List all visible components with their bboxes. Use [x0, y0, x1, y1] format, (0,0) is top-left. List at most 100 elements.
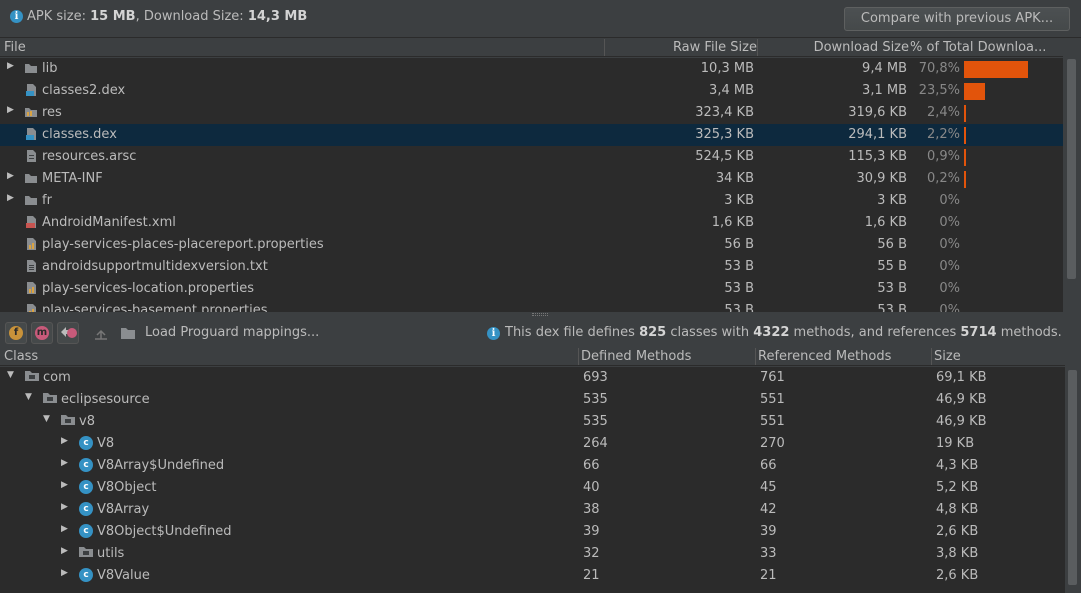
expand-arrow-icon[interactable]: ▶ — [61, 502, 68, 512]
file-row[interactable]: ▶ res 323,4 KB 319,6 KB 2,4% — [0, 102, 1063, 124]
download-size: 56 B — [877, 237, 907, 252]
folder-icon — [24, 61, 38, 75]
column-percent-total[interactable]: % of Total Downloa... — [910, 40, 1060, 55]
expand-arrow-icon[interactable]: ▶ — [7, 105, 14, 115]
references-count: 5714 — [960, 325, 997, 340]
class-row[interactable]: ▼ com 693 761 69,1 KB — [0, 367, 1065, 389]
collapse-arrow-icon[interactable]: ▼ — [7, 370, 14, 380]
referenced-methods: 270 — [760, 436, 785, 451]
expand-arrow-icon[interactable]: ▶ — [61, 524, 68, 534]
class-row[interactable]: ▶ c V8 264 270 19 KB — [0, 433, 1065, 455]
dex-toolbar: f m Load Proguard mappings... i This dex… — [0, 318, 1081, 348]
file-row[interactable]: ▶ fr 3 KB 3 KB 0% — [0, 190, 1063, 212]
file-row[interactable]: androidsupportmultidexversion.txt 53 B 55 … — [0, 256, 1063, 278]
expand-arrow-icon[interactable]: ▶ — [61, 568, 68, 578]
download-size: 3 KB — [877, 193, 907, 208]
class-name: V8Array$Undefined — [97, 458, 225, 473]
expand-arrow-icon[interactable]: ▶ — [7, 171, 14, 181]
file-row[interactable]: play-services-basement.properties 53 B 53 … — [0, 300, 1063, 312]
defined-methods: 535 — [583, 392, 608, 407]
download-size-label: , Download Size: — [135, 9, 244, 24]
file-row[interactable]: ▶ META-INF 34 KB 30,9 KB 0,2% — [0, 168, 1063, 190]
referenced-methods: 42 — [760, 502, 777, 517]
class-size: 69,1 KB — [936, 370, 987, 385]
raw-file-size: 53 B — [724, 281, 754, 296]
apk-size-summary: APK size: 15 MB, Download Size: 14,3 MB — [27, 9, 307, 24]
column-defined-methods[interactable]: Defined Methods — [581, 349, 691, 364]
expand-arrow-icon[interactable]: ▶ — [7, 61, 14, 71]
percent-of-total: 23,5% — [918, 83, 960, 98]
file-row[interactable]: play-services-location.properties 53 B 53 … — [0, 278, 1063, 300]
class-row[interactable]: ▶ c V8Array$Undefined 66 66 4,3 KB — [0, 455, 1065, 477]
show-referenced-methods-button[interactable] — [57, 322, 79, 344]
file-row[interactable]: resources.arsc 524,5 KB 115,3 KB 0,9% — [0, 146, 1063, 168]
referenced-methods: 33 — [760, 546, 777, 561]
raw-file-size: 34 KB — [715, 171, 754, 186]
column-raw-size[interactable]: Raw File Size — [604, 40, 757, 55]
percent-of-total: 0% — [939, 281, 960, 296]
load-mappings-folder-icon[interactable] — [120, 326, 136, 340]
file-row[interactable]: classes2.dex 3,4 MB 3,1 MB 23,5% — [0, 80, 1063, 102]
file-row[interactable]: play-services-places-placereport.propert… — [0, 234, 1063, 256]
class-row[interactable]: ▶ c V8Object$Undefined 39 39 2,6 KB — [0, 521, 1065, 543]
expand-arrow-icon[interactable]: ▶ — [7, 193, 14, 203]
files-scrollbar-thumb[interactable] — [1067, 59, 1076, 279]
collapse-arrow-icon[interactable]: ▼ — [25, 392, 32, 402]
file-row[interactable]: ▶ lib 10,3 MB 9,4 MB 70,8% — [0, 58, 1063, 80]
collapse-arrow-icon[interactable]: ▼ — [43, 414, 50, 424]
class-row[interactable]: ▶ c V8Array 38 42 4,8 KB — [0, 499, 1065, 521]
defined-methods: 39 — [583, 524, 600, 539]
column-size[interactable]: Size — [934, 349, 961, 364]
class-row[interactable]: ▶ utils 32 33 3,8 KB — [0, 543, 1065, 565]
percent-of-total: 2,4% — [926, 105, 960, 120]
download-size: 3,1 MB — [862, 83, 907, 98]
class-row[interactable]: ▼ eclipsesource 535 551 46,9 KB — [0, 389, 1065, 411]
download-size: 53 B — [877, 303, 907, 312]
apk-analyzer-window: i APK size: 15 MB, Download Size: 14,3 M… — [0, 0, 1081, 593]
class-row[interactable]: ▶ c V8Object 40 45 5,2 KB — [0, 477, 1065, 499]
expand-arrow-icon[interactable]: ▶ — [61, 546, 68, 556]
defined-methods: 66 — [583, 458, 600, 473]
class-row[interactable]: ▶ c V8Value 21 21 2,6 KB — [0, 565, 1065, 587]
download-share-bar — [964, 149, 966, 166]
show-methods-button[interactable]: m — [31, 322, 53, 344]
compare-apk-button[interactable]: Compare with previous APK... — [844, 7, 1070, 31]
download-size-value: 14,3 MB — [247, 9, 308, 24]
file-row[interactable]: AndroidManifest.xml 1,6 KB 1,6 KB 0% — [0, 212, 1063, 234]
file-row[interactable]: classes.dex 325,3 KB 294,1 KB 2,2% — [0, 124, 1063, 146]
classes-scrollbar-thumb[interactable] — [1068, 370, 1077, 585]
expand-arrow-icon[interactable]: ▶ — [61, 458, 68, 468]
download-share-bar — [964, 61, 1028, 78]
files-table-header: File Raw File Size Download Size % of To… — [0, 39, 1063, 57]
percent-of-total: 0% — [939, 215, 960, 230]
files-scrollbar[interactable] — [1063, 39, 1081, 312]
class-name: V8Object — [97, 480, 157, 495]
defined-methods: 32 — [583, 546, 600, 561]
class-icon: c — [79, 458, 93, 472]
class-row[interactable]: ▼ v8 535 551 46,9 KB — [0, 411, 1065, 433]
dex-file-icon — [24, 83, 38, 97]
expand-arrow-icon[interactable]: ▶ — [61, 480, 68, 490]
column-class[interactable]: Class — [4, 349, 38, 364]
class-icon: c — [79, 502, 93, 516]
properties-file-icon — [24, 281, 38, 295]
properties-file-icon — [24, 303, 38, 312]
class-name: eclipsesource — [61, 392, 150, 407]
show-fields-button[interactable]: f — [5, 322, 27, 344]
download-size: 55 B — [877, 259, 907, 274]
classes-scrollbar[interactable] — [1065, 348, 1081, 593]
column-download-size[interactable]: Download Size — [757, 40, 909, 55]
referenced-methods: 761 — [760, 370, 785, 385]
class-name: V8Array — [97, 502, 150, 517]
method-icon: m — [35, 326, 49, 340]
download-share-bar — [964, 171, 966, 188]
column-referenced-methods[interactable]: Referenced Methods — [758, 349, 891, 364]
load-proguard-mappings-link[interactable]: Load Proguard mappings... — [145, 325, 319, 340]
column-file[interactable]: File — [4, 40, 26, 55]
expand-arrow-icon[interactable]: ▶ — [61, 436, 68, 446]
collapse-all-icon[interactable] — [93, 326, 109, 342]
splitter-grip-icon[interactable] — [532, 313, 548, 316]
files-table: ▶ lib 10,3 MB 9,4 MB 70,8% classes2.dex 3,4 MB… — [0, 58, 1063, 312]
percent-of-total: 0,2% — [926, 171, 960, 186]
class-icon: c — [79, 568, 93, 582]
